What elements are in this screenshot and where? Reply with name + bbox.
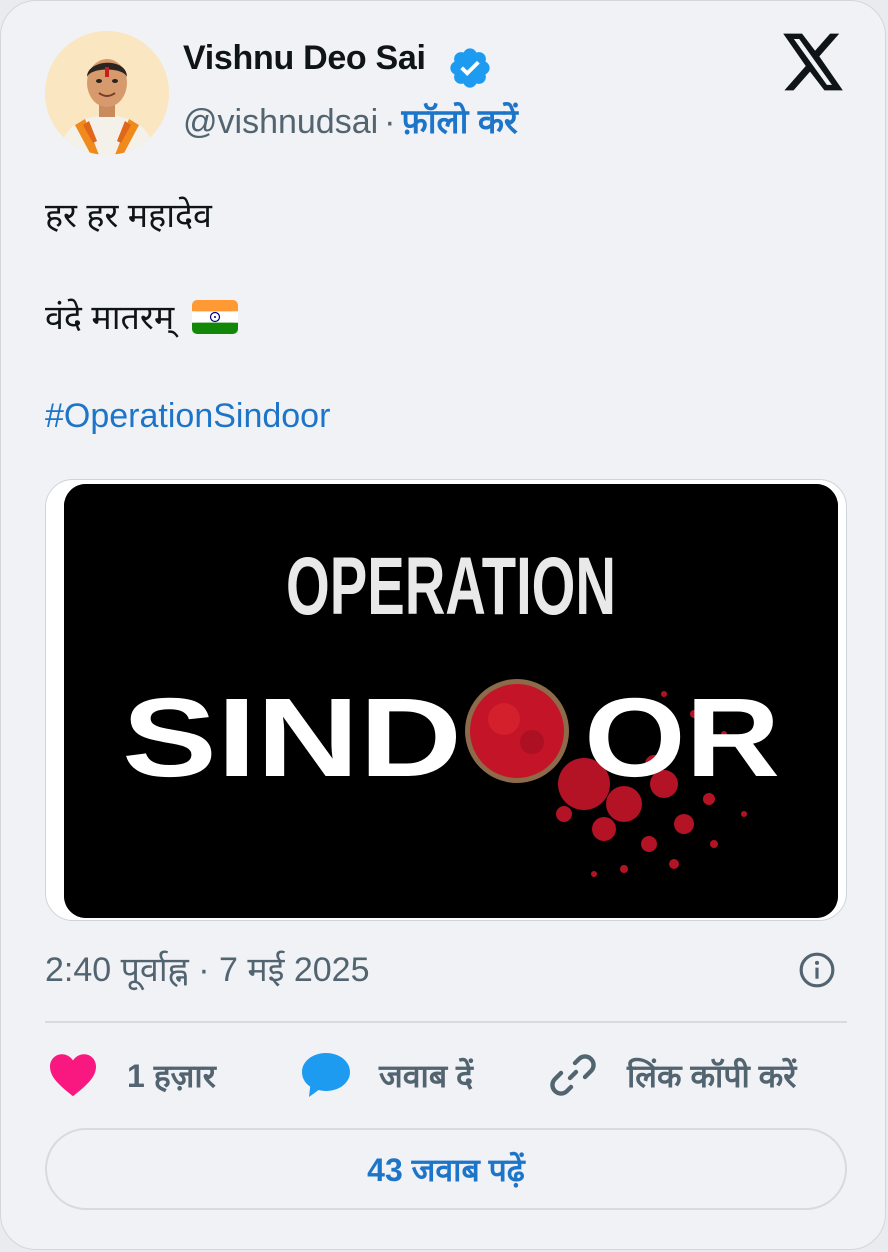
hashtag-link[interactable]: #OperationSindoor xyxy=(45,397,330,436)
post-date: 7 मई 2025 xyxy=(219,951,370,989)
post-media[interactable]: OPERATION SIND OR xyxy=(45,479,847,921)
meta-separator: · xyxy=(198,951,210,989)
image-title-bottom-left: SIND xyxy=(122,675,462,800)
like-count: 1 हज़ार xyxy=(127,1057,216,1094)
post-text-line-2-text: वंदे मातरम् xyxy=(45,299,175,337)
copy-link-button[interactable]: लिंक कॉपी करें xyxy=(549,1049,796,1101)
read-replies-button[interactable]: 43 जवाब पढ़ें xyxy=(45,1128,847,1210)
heart-icon xyxy=(50,1054,96,1097)
like-button[interactable]: 1 हज़ार xyxy=(49,1049,216,1101)
copy-link-label: लिंक कॉपी करें xyxy=(627,1057,797,1094)
image-title-top: OPERATION xyxy=(286,541,616,632)
operation-sindoor-image: OPERATION SIND OR xyxy=(64,484,838,918)
post-card: Vishnu Deo Sai @vishnudsai · फ़ॉलो करें हर… xyxy=(0,0,886,1250)
x-logo-icon[interactable] xyxy=(783,33,845,91)
handle-row: @vishnudsai · फ़ॉलो करें xyxy=(183,97,518,143)
image-title-bottom-right: OR xyxy=(584,675,780,800)
link-icon xyxy=(550,1054,596,1096)
post-time: 2:40 पूर्वाह्न xyxy=(45,951,189,989)
reply-button[interactable]: जवाब दें xyxy=(301,1049,473,1101)
post-text-line-1: हर हर महादेव xyxy=(45,197,212,235)
avatar[interactable] xyxy=(45,31,169,155)
verified-badge-icon xyxy=(450,48,490,88)
handle-separator: · xyxy=(384,103,396,141)
india-flag-emoji xyxy=(191,300,238,335)
follow-button[interactable]: फ़ॉलो करें xyxy=(402,103,518,141)
read-replies-label: 43 जवाब पढ़ें xyxy=(367,1151,525,1188)
info-icon[interactable] xyxy=(798,951,836,989)
author-name[interactable]: Vishnu Deo Sai xyxy=(183,39,426,78)
reply-label: जवाब दें xyxy=(379,1057,473,1094)
divider xyxy=(45,1021,847,1023)
post-timestamp[interactable]: 2:40 पूर्वाह्न · 7 मई 2025 xyxy=(45,945,370,991)
reply-bubble-icon xyxy=(302,1053,350,1097)
post-text-line-2: वंदे मातरम् xyxy=(45,293,238,339)
author-handle[interactable]: @vishnudsai xyxy=(183,103,378,141)
